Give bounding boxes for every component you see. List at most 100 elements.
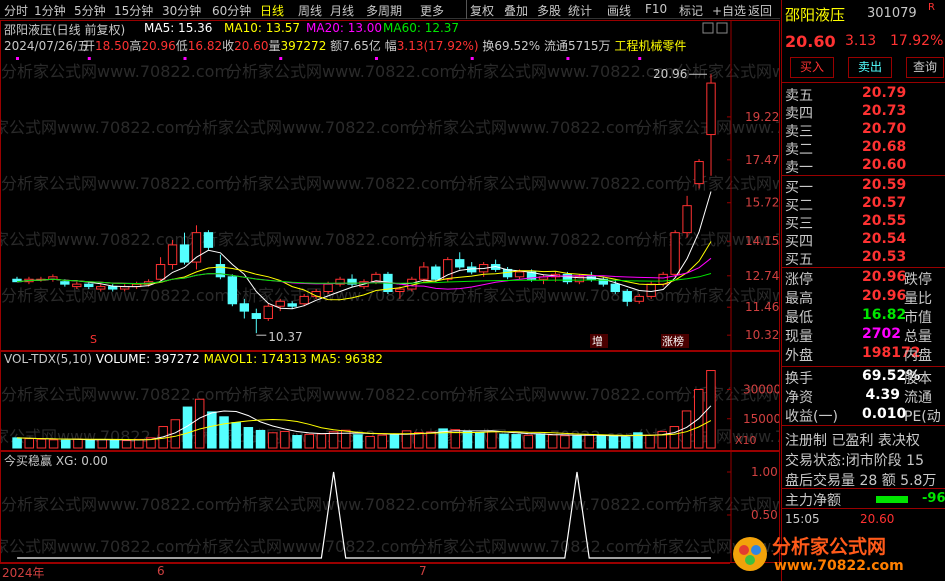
signal-dot bbox=[470, 57, 474, 60]
volume-bar bbox=[243, 427, 254, 449]
tab-period-9[interactable]: 多周期 bbox=[366, 2, 402, 19]
stat2-row-1-suffix: 流通 bbox=[904, 390, 932, 406]
vol-unit-label: X10 bbox=[735, 434, 757, 447]
stat2-row-1: 净资 4.39 流通 bbox=[782, 387, 945, 406]
tab-period-3[interactable]: 15分钟 bbox=[114, 2, 153, 19]
volume-bar bbox=[353, 434, 363, 449]
toolbar-button-8[interactable]: 返回 bbox=[748, 2, 772, 19]
watermark-text: 分析家公式网www.70822.com bbox=[451, 62, 680, 81]
candle-body bbox=[706, 82, 716, 136]
watermark-text: 分析家公式网www.70822.com bbox=[186, 230, 415, 249]
ask-row-1: 卖一 20.60 bbox=[782, 157, 945, 176]
stat-row-4-label: 外盘 bbox=[785, 348, 813, 364]
volume-bar bbox=[280, 430, 290, 449]
tab-period-1[interactable]: 1分钟 bbox=[34, 2, 66, 19]
bid-row-5-label: 买五 bbox=[785, 252, 813, 268]
tab-period-2[interactable]: 5分钟 bbox=[74, 2, 106, 19]
volume-panel[interactable]: VOL-TDX(5,10) VOLUME: 397272 MAVOL1: 174… bbox=[0, 351, 780, 451]
ask-row-2-value: 20.68 bbox=[862, 139, 907, 155]
stat-row-2-label: 最低 bbox=[785, 310, 813, 326]
indicator-chart[interactable]: 分析家公式网www.70822.com分析家公式网www.70822.com分析… bbox=[1, 452, 779, 562]
toolbar-button-2[interactable]: 多股 bbox=[537, 2, 561, 19]
stat2-row-2-suffix: PE(动 bbox=[904, 409, 941, 425]
volume-bar bbox=[572, 435, 582, 449]
toolbar-button-3[interactable]: 统计 bbox=[568, 2, 592, 19]
tab-period-6[interactable]: 日线 bbox=[260, 2, 284, 19]
toolbar-button-1[interactable]: 叠加 bbox=[504, 2, 528, 19]
volume-bar bbox=[316, 433, 327, 449]
stat-row-2-value: 16.82 bbox=[862, 307, 907, 323]
volume-bar bbox=[499, 433, 509, 449]
reg-info: 注册制 已盈利 表决权 bbox=[785, 433, 920, 449]
volume-bar bbox=[36, 438, 47, 449]
volume-bar bbox=[377, 434, 388, 449]
kline-chart[interactable]: 分析家公式网www.70822.com分析家公式网www.70822.com分析… bbox=[1, 21, 779, 350]
sell-button[interactable]: 卖出 bbox=[848, 57, 892, 78]
stat-row-3-suffix: 总量 bbox=[904, 329, 932, 345]
vol-axis-label: 30000 bbox=[743, 383, 779, 397]
ask-row-4-value: 20.73 bbox=[862, 103, 907, 119]
volume-bar bbox=[645, 434, 655, 449]
stat-row-0-suffix: 跌停 bbox=[904, 272, 932, 288]
toolbar-button-0[interactable]: 复权 bbox=[470, 2, 494, 19]
price-axis-label: 17.47 bbox=[745, 153, 779, 167]
volume-bar bbox=[12, 437, 22, 449]
tab-period-10[interactable]: 更多 bbox=[420, 2, 444, 19]
watermark-text: 分析家公式网www.70822.com bbox=[451, 174, 680, 193]
stock-badge: R bbox=[928, 2, 935, 13]
volume-bar bbox=[121, 440, 132, 449]
toolbar-button-5[interactable]: F10 bbox=[645, 2, 667, 16]
volume-bar bbox=[134, 438, 144, 449]
watermark-text: 分析家公式网www.70822.com bbox=[676, 174, 779, 193]
ind-axis-label: 0.50 bbox=[751, 508, 778, 522]
toolbar-button-6[interactable]: 标记 bbox=[679, 2, 703, 19]
tab-period-7[interactable]: 周线 bbox=[298, 2, 322, 19]
toolbar-button-7[interactable]: +自选 bbox=[712, 2, 746, 19]
panel-menu-icon[interactable] bbox=[702, 22, 714, 34]
buy-button[interactable]: 买入 bbox=[790, 57, 834, 78]
signal-dot bbox=[87, 57, 91, 60]
volume-bar bbox=[669, 426, 680, 449]
candle-body bbox=[419, 266, 429, 280]
watermark-text: 分析家公式网www.70822.com bbox=[226, 62, 455, 81]
ask-row-1-value: 20.60 bbox=[862, 157, 907, 173]
volume-bar bbox=[389, 433, 400, 449]
volume-bar bbox=[462, 430, 473, 449]
stat-row-3-label: 现量 bbox=[785, 329, 813, 345]
stat2-row-2: 收益(一) 0.010 PE(动 bbox=[782, 406, 945, 425]
ind-axis-label: 1.00 bbox=[751, 465, 778, 479]
watermark-text: 分析家公式网www.70822.com bbox=[411, 230, 640, 249]
signal-dot bbox=[183, 57, 187, 60]
volume-bar bbox=[535, 433, 546, 449]
tab-period-5[interactable]: 60分钟 bbox=[212, 2, 251, 19]
volume-bar bbox=[328, 431, 339, 449]
bid-row-1-value: 20.59 bbox=[862, 177, 907, 193]
signal-dot bbox=[374, 57, 378, 60]
tab-period-4[interactable]: 30分钟 bbox=[162, 2, 201, 19]
current-price: 20.60 bbox=[785, 32, 836, 51]
candle-body bbox=[167, 244, 178, 266]
tab-period-8[interactable]: 月线 bbox=[330, 2, 354, 19]
candle-body bbox=[108, 286, 118, 290]
volume-chart[interactable]: 分析家公式网www.70822.com分析家公式网www.70822.com分析… bbox=[1, 352, 779, 450]
ask-row-5-label: 卖五 bbox=[785, 88, 813, 104]
stat2-row-0-label: 换手 bbox=[785, 371, 813, 387]
candle-body bbox=[227, 276, 238, 305]
tab-period-0[interactable]: 分时 bbox=[4, 2, 28, 19]
volume-bar bbox=[292, 435, 302, 449]
candle-body bbox=[658, 273, 668, 285]
toolbar-button-4[interactable]: 画线 bbox=[607, 2, 631, 19]
watermark-text: 分析家公式网www.70822.com bbox=[1, 495, 230, 514]
stat-row-4-suffix: 内盘 bbox=[904, 348, 932, 364]
indicator-panel[interactable]: 今买稳赢 XG: 0.00 分析家公式网www.70822.com 分析家公式网w… bbox=[0, 451, 780, 563]
panel-maximize-icon[interactable] bbox=[716, 22, 728, 34]
kline-panel[interactable]: 邵阳液压(日线 前复权) MA5: 15.36 MA10: 13.57 MA20… bbox=[0, 20, 780, 351]
candle-body bbox=[646, 283, 656, 297]
tick-time: 15:05 bbox=[785, 512, 820, 526]
ask-row-1-label: 卖一 bbox=[785, 160, 813, 176]
vol-axis-label: 15000 bbox=[743, 412, 779, 426]
bid-row-1-label: 买一 bbox=[785, 180, 813, 196]
after-hours-volume: 盘后交易量 28 额 5.8万 bbox=[785, 473, 937, 489]
query-button[interactable]: 查询 bbox=[906, 57, 944, 78]
watermark-text: 分析家公式网www.70822.com bbox=[226, 495, 455, 514]
